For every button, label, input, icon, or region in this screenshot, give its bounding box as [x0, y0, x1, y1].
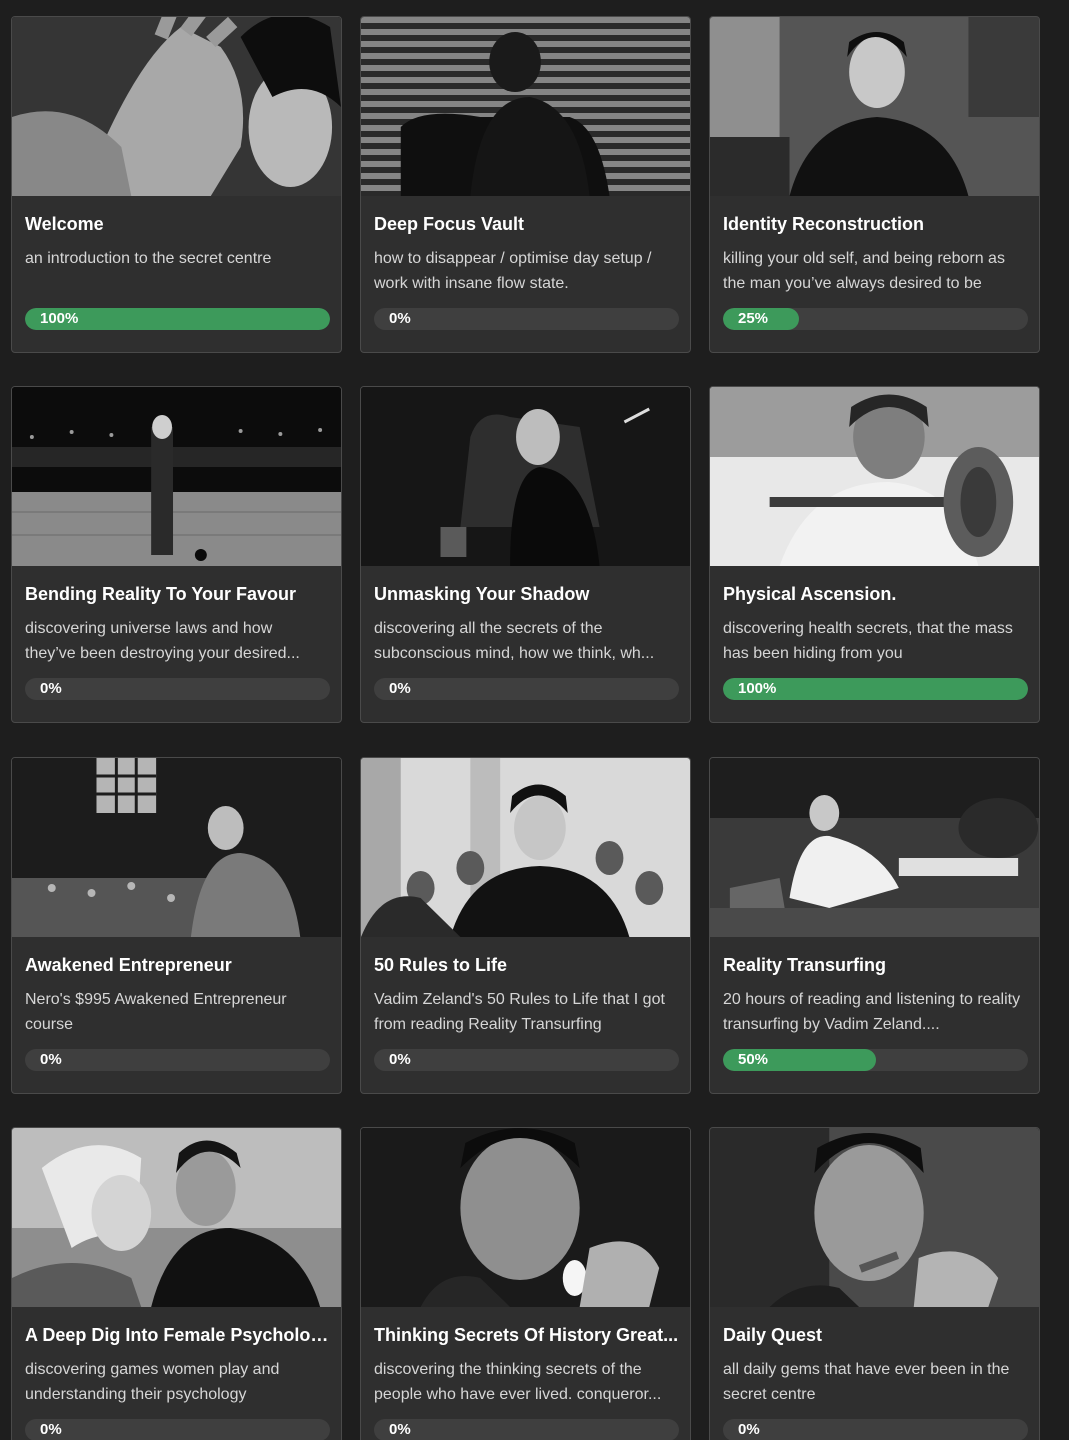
course-description: 20 hours of reading and listening to rea… — [723, 991, 1021, 1033]
course-card-welcome[interactable]: Welcome an introduction to the secret ce… — [11, 16, 342, 353]
course-card-daily-quest[interactable]: Daily Quest all daily gems that have eve… — [709, 1127, 1040, 1440]
course-card-deep-focus-vault[interactable]: Deep Focus Vault how to disappear / opti… — [360, 16, 691, 353]
course-thumbnail — [12, 387, 341, 566]
progress-bar: 0% — [25, 1419, 330, 1440]
progress-bar: 0% — [374, 308, 679, 330]
course-grid: Welcome an introduction to the secret ce… — [0, 0, 1069, 1440]
course-title: Daily Quest — [723, 1325, 823, 1345]
progress-label: 0% — [389, 1421, 411, 1438]
progress-bar: 0% — [374, 678, 679, 700]
progress-bar: 0% — [374, 1419, 679, 1440]
progress-bar: 0% — [25, 1049, 330, 1071]
course-title: A Deep Dig Into Female Psychology — [25, 1325, 331, 1345]
course-description: discovering all the secrets of the subco… — [374, 620, 655, 662]
course-description: killing your old self, and being reborn … — [723, 250, 1005, 292]
progress-bar: 25% — [723, 308, 1028, 330]
course-thumbnail — [12, 758, 341, 937]
progress-label: 25% — [738, 310, 769, 327]
progress-bar: 0% — [723, 1419, 1028, 1440]
progress-bar: 0% — [374, 1049, 679, 1071]
course-title: Thinking Secrets Of History Great... — [374, 1325, 679, 1345]
course-description: an introduction to the secret centre — [25, 250, 272, 267]
course-card-unmasking-shadow[interactable]: Unmasking Your Shadow discovering all th… — [360, 386, 691, 723]
progress-bar: 100% — [25, 308, 330, 330]
progress-bar: 50% — [723, 1049, 1028, 1071]
course-thumbnail — [361, 758, 690, 937]
course-description: discovering the thinking secrets of the … — [374, 1361, 662, 1403]
progress-label: 0% — [40, 680, 62, 697]
course-card-50-rules[interactable]: 50 Rules to Life Vadim Zeland's 50 Rules… — [360, 757, 691, 1094]
course-card-identity-reconstruction[interactable]: Identity Reconstruction killing your old… — [709, 16, 1040, 353]
course-thumbnail — [361, 17, 690, 196]
progress-bar: 0% — [25, 678, 330, 700]
course-title: Unmasking Your Shadow — [374, 584, 590, 604]
progress-bar: 100% — [723, 678, 1028, 700]
course-title: Physical Ascension. — [723, 584, 897, 604]
course-thumbnail — [710, 17, 1039, 196]
course-title: 50 Rules to Life — [374, 955, 508, 975]
course-description: all daily gems that have ever been in th… — [723, 1361, 1010, 1403]
course-description: how to disappear / optimise day setup / … — [374, 250, 652, 292]
course-thumbnail — [12, 1128, 341, 1307]
course-thumbnail — [12, 17, 341, 196]
progress-label: 0% — [389, 1051, 411, 1068]
course-description: discovering games women play and underst… — [25, 1361, 280, 1403]
progress-label: 0% — [389, 680, 411, 697]
course-thumbnail — [361, 387, 690, 566]
course-card-reality-transurfing[interactable]: Reality Transurfing 20 hours of reading … — [709, 757, 1040, 1094]
course-thumbnail — [710, 758, 1039, 937]
course-thumbnail — [710, 387, 1039, 566]
course-description: discovering universe laws and how they’v… — [25, 620, 300, 662]
course-description: Nero's $995 Awakened Entrepreneur course — [25, 991, 287, 1033]
course-description: Vadim Zeland's 50 Rules to Life that I g… — [374, 991, 665, 1033]
course-card-thinking-secrets[interactable]: Thinking Secrets Of History Great... dis… — [360, 1127, 691, 1440]
course-thumbnail — [361, 1128, 690, 1307]
course-card-female-psychology[interactable]: A Deep Dig Into Female Psychology discov… — [11, 1127, 342, 1440]
course-card-awakened-entrepreneur[interactable]: Awakened Entrepreneur Nero's $995 Awaken… — [11, 757, 342, 1094]
progress-label: 0% — [40, 1421, 62, 1438]
progress-label: 0% — [40, 1051, 62, 1068]
progress-label: 100% — [40, 310, 79, 327]
course-title: Reality Transurfing — [723, 955, 887, 975]
course-thumbnail — [710, 1128, 1039, 1307]
course-card-physical-ascension[interactable]: Physical Ascension. discovering health s… — [709, 386, 1040, 723]
course-title: Welcome — [25, 214, 104, 234]
course-card-bending-reality[interactable]: Bending Reality To Your Favour discoveri… — [11, 386, 342, 723]
course-title: Bending Reality To Your Favour — [25, 584, 297, 604]
progress-label: 100% — [738, 680, 777, 697]
course-title: Identity Reconstruction — [723, 214, 925, 234]
progress-label: 0% — [738, 1421, 760, 1438]
course-title: Deep Focus Vault — [374, 214, 525, 234]
progress-label: 0% — [389, 310, 411, 327]
course-description: discovering health secrets, that the mas… — [723, 620, 1013, 662]
course-title: Awakened Entrepreneur — [25, 955, 232, 975]
progress-label: 50% — [738, 1051, 769, 1068]
